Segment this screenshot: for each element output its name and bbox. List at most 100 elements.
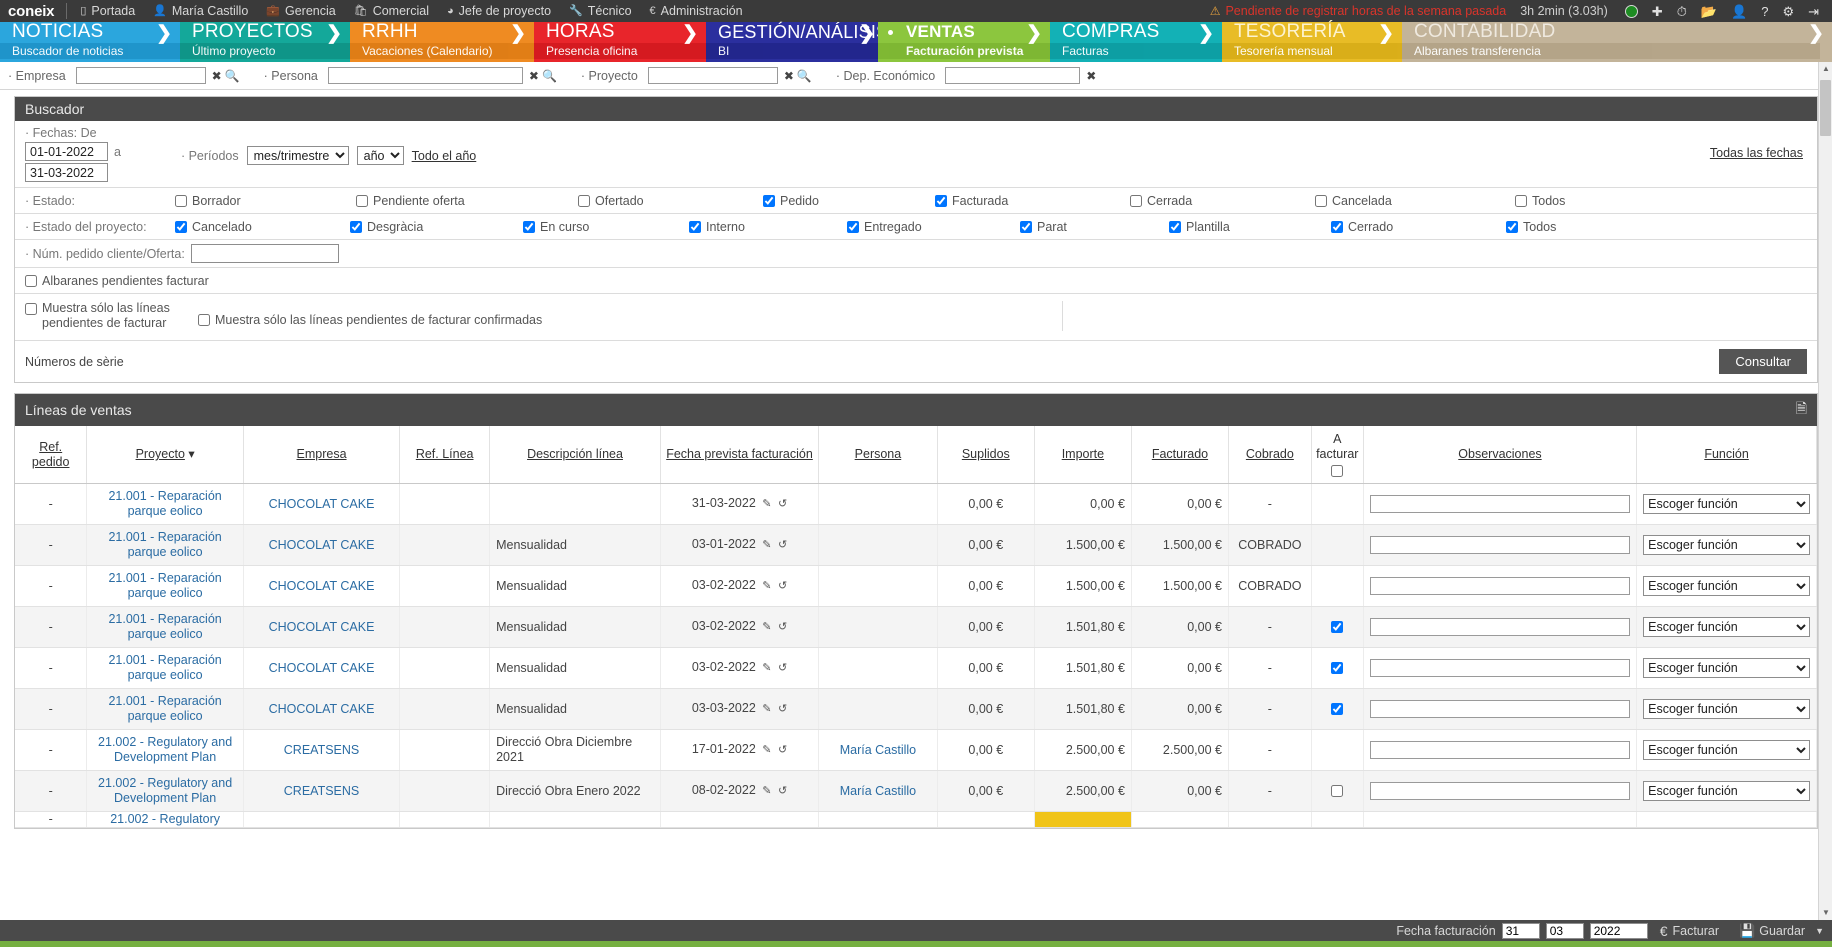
history-icon[interactable]: ↺ <box>778 662 787 674</box>
muestra-confirmadas-checkbox[interactable]: Muestra sólo las líneas pendientes de fa… <box>198 313 542 327</box>
cell-persona[interactable] <box>818 688 938 730</box>
fecha-mes-input[interactable] <box>1545 922 1584 939</box>
nav-subtitle[interactable]: Tesorería mensual <box>1222 43 1402 59</box>
row-facturar-checkbox[interactable] <box>1331 662 1344 675</box>
cell-persona[interactable] <box>818 483 938 525</box>
cell-funcion[interactable]: Escoger función <box>1636 688 1817 730</box>
estado-proyecto-checkbox-cancelado[interactable]: Cancelado <box>175 220 350 234</box>
cell-empresa[interactable]: CHOCOLAT CAKE <box>243 647 401 689</box>
cell-proyecto[interactable]: 21.001 - Reparación parque eolico <box>86 524 244 566</box>
funcion-select[interactable]: Escoger función <box>1643 617 1810 637</box>
nav-subtitle[interactable]: Presencia oficina <box>534 43 706 59</box>
estado-proyecto-checkbox-parat[interactable]: Parat <box>1020 220 1169 234</box>
funcion-select[interactable]: Escoger función <box>1643 494 1810 514</box>
fecha-desde-input[interactable] <box>25 142 108 161</box>
clear-x-icon[interactable]: ✖ <box>529 69 539 83</box>
empresa-input[interactable] <box>75 67 206 84</box>
col-cobrado[interactable]: Cobrado <box>1228 426 1312 484</box>
cell-empresa[interactable]: CHOCOLAT CAKE <box>243 565 401 607</box>
estado-checkbox-todos[interactable]: Todos <box>1515 194 1565 208</box>
cell-observaciones[interactable] <box>1363 606 1638 648</box>
nav-subtitle[interactable]: Último proyecto <box>180 43 350 59</box>
row-facturar-checkbox[interactable] <box>1331 621 1344 634</box>
pending-hours-warning[interactable]: ⚠ Pendiente de registrar horas de la sem… <box>1210 4 1507 18</box>
col-proyecto[interactable]: Proyecto ▾ <box>86 426 244 484</box>
pencil-icon[interactable]: ✎ <box>762 785 771 797</box>
estado-proyecto-checkbox-plantilla[interactable]: Plantilla <box>1169 220 1331 234</box>
cell-empresa[interactable]: CHOCOLAT CAKE <box>243 606 401 648</box>
cell-observaciones[interactable] <box>1363 647 1638 689</box>
cell-persona[interactable] <box>818 811 938 828</box>
cell-fecha-prevista[interactable]: 03-03-2022 ✎ ↺ <box>660 688 820 730</box>
pencil-icon[interactable]: ✎ <box>762 662 771 674</box>
col-descripcion-linea[interactable]: Descripción línea <box>489 426 661 484</box>
estado-proyecto-checkbox-entregado[interactable]: Entregado <box>847 220 1020 234</box>
pencil-icon[interactable]: ✎ <box>762 580 771 592</box>
todas-las-fechas-link[interactable]: Todas las fechas <box>1710 146 1803 160</box>
project-link[interactable]: 21.002 - Regulatory and Development Plan <box>98 735 232 764</box>
cell-a-facturar[interactable] <box>1311 811 1364 828</box>
cell-observaciones[interactable] <box>1363 483 1638 525</box>
cell-funcion[interactable]: Escoger función <box>1636 483 1817 525</box>
nav-horas[interactable]: HORAS Presencia oficina ❯ <box>534 21 706 62</box>
cell-empresa[interactable]: CHOCOLAT CAKE <box>243 524 401 566</box>
todo-el-anio-link[interactable]: Todo el año <box>412 149 477 163</box>
nav-subtitle[interactable]: Vacaciones (Calendario) <box>350 43 534 59</box>
estado-proyecto-checkbox-desgracia[interactable]: Desgràcia <box>350 220 523 234</box>
funcion-select[interactable]: Escoger función <box>1643 658 1810 678</box>
funcion-select[interactable]: Escoger función <box>1643 740 1810 760</box>
cell-persona[interactable]: María Castillo <box>818 770 938 812</box>
observaciones-input[interactable] <box>1369 577 1631 595</box>
cell-empresa[interactable]: CREATSENS <box>243 770 401 812</box>
cell-fecha-prevista[interactable] <box>660 811 820 828</box>
pencil-icon[interactable]: ✎ <box>762 703 771 715</box>
observaciones-input[interactable] <box>1369 495 1631 513</box>
pencil-icon[interactable]: ✎ <box>762 744 771 756</box>
cell-persona[interactable] <box>818 606 938 648</box>
project-link[interactable]: 21.002 - Regulatory <box>110 812 220 826</box>
col-empresa[interactable]: Empresa <box>243 426 401 484</box>
cell-fecha-prevista[interactable]: 31-03-2022 ✎ ↺ <box>660 483 820 525</box>
chevron-down-icon[interactable]: ▼ <box>1815 926 1824 936</box>
clear-x-icon[interactable]: ✖ <box>1086 69 1096 83</box>
cell-persona[interactable] <box>818 647 938 689</box>
page-scrollbar[interactable]: ▲ ▼ <box>1818 62 1832 920</box>
scrollbar-thumb[interactable] <box>1820 80 1831 136</box>
table-row[interactable]: -21.001 - Reparación parque eolico CHOCOL… <box>15 483 1817 525</box>
table-row[interactable]: - 21.002 - Regulatory <box>15 811 1817 828</box>
cell-funcion[interactable]: Escoger función <box>1636 770 1817 812</box>
estado-proyecto-checkbox-en-curso[interactable]: En curso <box>523 220 689 234</box>
table-row[interactable]: -21.001 - Reparación parque eolico CHOCOL… <box>15 688 1817 730</box>
cell-persona[interactable] <box>818 524 938 566</box>
clear-x-icon[interactable]: ✖ <box>212 69 222 83</box>
estado-checkbox-cerrada[interactable]: Cerrada <box>1130 194 1315 208</box>
project-link[interactable]: 21.001 - Reparación parque eolico <box>108 489 221 518</box>
project-link[interactable]: 21.001 - Reparación parque eolico <box>108 571 221 600</box>
guardar-button[interactable]: 💾 Guardar <box>1739 923 1805 939</box>
company-link[interactable]: CHOCOLAT CAKE <box>269 620 375 634</box>
cell-persona[interactable]: María Castillo <box>818 729 938 771</box>
dep-economico-input[interactable] <box>945 67 1081 84</box>
observaciones-input[interactable] <box>1369 618 1631 636</box>
export-excel-icon[interactable]: 🗎 <box>1796 398 1807 422</box>
history-icon[interactable]: ↺ <box>778 539 787 551</box>
app-logo[interactable]: coneix <box>8 3 66 20</box>
top-menu-item-user[interactable]: 👤 María Castillo <box>144 0 257 22</box>
nav-subtitle[interactable]: Facturas <box>1050 43 1222 59</box>
cell-fecha-prevista[interactable]: 17-01-2022 ✎ ↺ <box>660 729 820 771</box>
history-icon[interactable]: ↺ <box>778 703 787 715</box>
person-link[interactable]: María Castillo <box>840 784 916 798</box>
estado-proyecto-checkbox-interno[interactable]: Interno <box>689 220 847 234</box>
project-link[interactable]: 21.001 - Reparación parque eolico <box>108 694 221 723</box>
num-pedido-input[interactable] <box>190 244 339 263</box>
fecha-hasta-input[interactable] <box>25 163 108 182</box>
cell-fecha-prevista[interactable]: 03-02-2022 ✎ ↺ <box>660 606 820 648</box>
company-link[interactable]: CHOCOLAT CAKE <box>269 579 375 593</box>
observaciones-input[interactable] <box>1369 782 1631 800</box>
scroll-down-icon[interactable]: ▼ <box>1819 906 1832 920</box>
estado-checkbox-pedido[interactable]: Pedido <box>763 194 935 208</box>
estado-checkbox-ofertado[interactable]: Ofertado <box>578 194 763 208</box>
top-menu-item-jefe-proyecto[interactable]: ◕ Jefe de proyecto <box>438 0 560 22</box>
nav-subtitle[interactable]: BI <box>706 43 878 59</box>
col-ref-pedido[interactable]: Ref. pedido <box>15 426 88 484</box>
